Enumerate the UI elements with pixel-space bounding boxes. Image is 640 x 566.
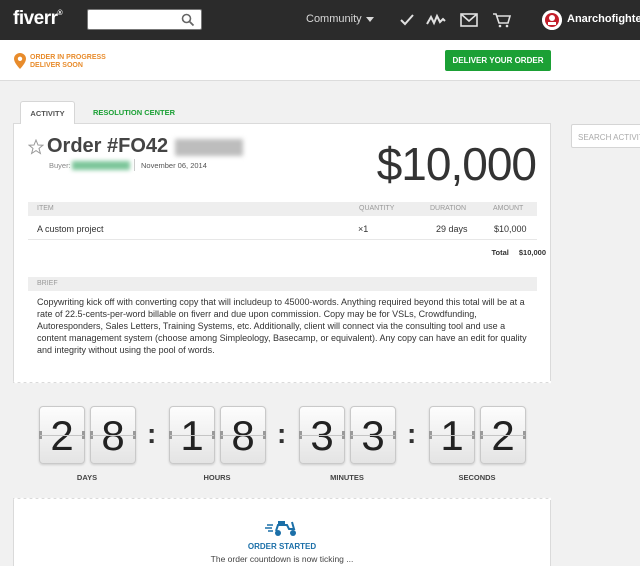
table-header: ITEM QUANTITY DURATION AMOUNT: [28, 202, 537, 216]
header-duration: DURATION: [430, 205, 467, 212]
countdown-digit: 8: [90, 406, 136, 464]
countdown-digit: 2: [480, 406, 526, 464]
search-icon[interactable]: [181, 13, 195, 27]
order-date: November 06, 2014: [141, 161, 207, 170]
top-nav: fiverr® Community Anarchofighter: [0, 0, 640, 40]
cart-icon[interactable]: [492, 11, 512, 29]
header-amount: AMOUNT: [493, 205, 524, 212]
username[interactable]: Anarchofighter: [567, 13, 640, 25]
countdown-unit-days: DAYS: [76, 473, 98, 482]
scooter-icon: [265, 521, 296, 536]
redacted-buyer-name[interactable]: [72, 161, 130, 170]
brief-text: Copywriting kick off with converting cop…: [37, 297, 527, 355]
avatar-image: [542, 10, 562, 30]
mail-icon[interactable]: [459, 11, 479, 29]
meta-divider: [134, 159, 135, 171]
fiverr-logo[interactable]: fiverr®: [13, 8, 63, 30]
deliver-order-button[interactable]: DELIVER YOUR ORDER: [445, 50, 551, 71]
avatar[interactable]: [542, 10, 562, 30]
row-amount: $10,000: [494, 224, 527, 234]
card-torn-edge: [13, 381, 551, 385]
logo-mark: ®: [57, 10, 63, 17]
countdown-digit: 1: [169, 406, 215, 464]
countdown-separator: :: [407, 418, 417, 449]
tab-resolution-center[interactable]: RESOLUTION CENTER: [84, 101, 184, 124]
countdown-separator: :: [277, 418, 287, 449]
order-status-text: ORDER IN PROGRESS DELIVER SOON: [30, 54, 106, 70]
header-quantity: QUANTITY: [359, 205, 395, 212]
chevron-down-icon: [365, 16, 374, 22]
search-input[interactable]: [87, 9, 202, 30]
countdown-digit: 3: [299, 406, 345, 464]
analytics-icon[interactable]: [426, 11, 446, 29]
order-card: Order #FO42 Buyer: November 06, 2014 $10…: [13, 123, 551, 383]
order-total: Total $10,000: [482, 248, 546, 257]
row-duration: 29 days: [436, 224, 468, 234]
countdown-digit: 2: [39, 406, 85, 464]
redacted-order-number: [175, 139, 243, 156]
order-price: $10,000: [376, 138, 537, 190]
star-icon[interactable]: [28, 139, 44, 155]
order-items-table: ITEM QUANTITY DURATION AMOUNT A custom p…: [28, 202, 537, 240]
logo-text: fiverr: [13, 8, 58, 29]
countdown-digit: 1: [429, 406, 475, 464]
order-status-bar: ORDER IN PROGRESS DELIVER SOON DELIVER Y…: [0, 40, 640, 81]
brief-header: BRIEF: [28, 277, 537, 291]
order-title: Order #FO42: [47, 135, 169, 157]
header-item: ITEM: [37, 205, 54, 212]
buyer-label: Buyer:: [49, 161, 71, 170]
countdown-separator: :: [147, 418, 157, 449]
row-quantity: ×1: [358, 224, 369, 234]
countdown-digit: 3: [350, 406, 396, 464]
status-line-2: DELIVER SOON: [30, 62, 83, 69]
location-pin-icon: [14, 53, 26, 69]
card-torn-edge: [13, 496, 551, 500]
status-line-1: ORDER IN PROGRESS: [30, 54, 106, 61]
countdown-unit-seconds: SECONDS: [458, 473, 496, 482]
table-row: A custom project ×1 29 days $10,000: [28, 216, 537, 240]
row-item: A custom project: [37, 224, 104, 234]
community-menu[interactable]: Community: [306, 13, 374, 25]
order-started-label: ORDER STARTED: [247, 542, 317, 551]
checkmark-icon[interactable]: [397, 11, 417, 29]
total-value: $10,000: [518, 248, 546, 257]
order-countdown-message: The order countdown is now ticking ...: [210, 554, 354, 564]
search-activity-input[interactable]: SEARCH ACTIVITY: [571, 124, 640, 148]
total-label: Total: [491, 248, 509, 257]
countdown-digit: 8: [220, 406, 266, 464]
countdown-unit-hours: HOURS: [203, 473, 231, 482]
community-label: Community: [306, 13, 362, 25]
countdown-unit-minutes: MINUTES: [330, 473, 364, 482]
tab-activity[interactable]: ACTIVITY: [20, 101, 75, 124]
